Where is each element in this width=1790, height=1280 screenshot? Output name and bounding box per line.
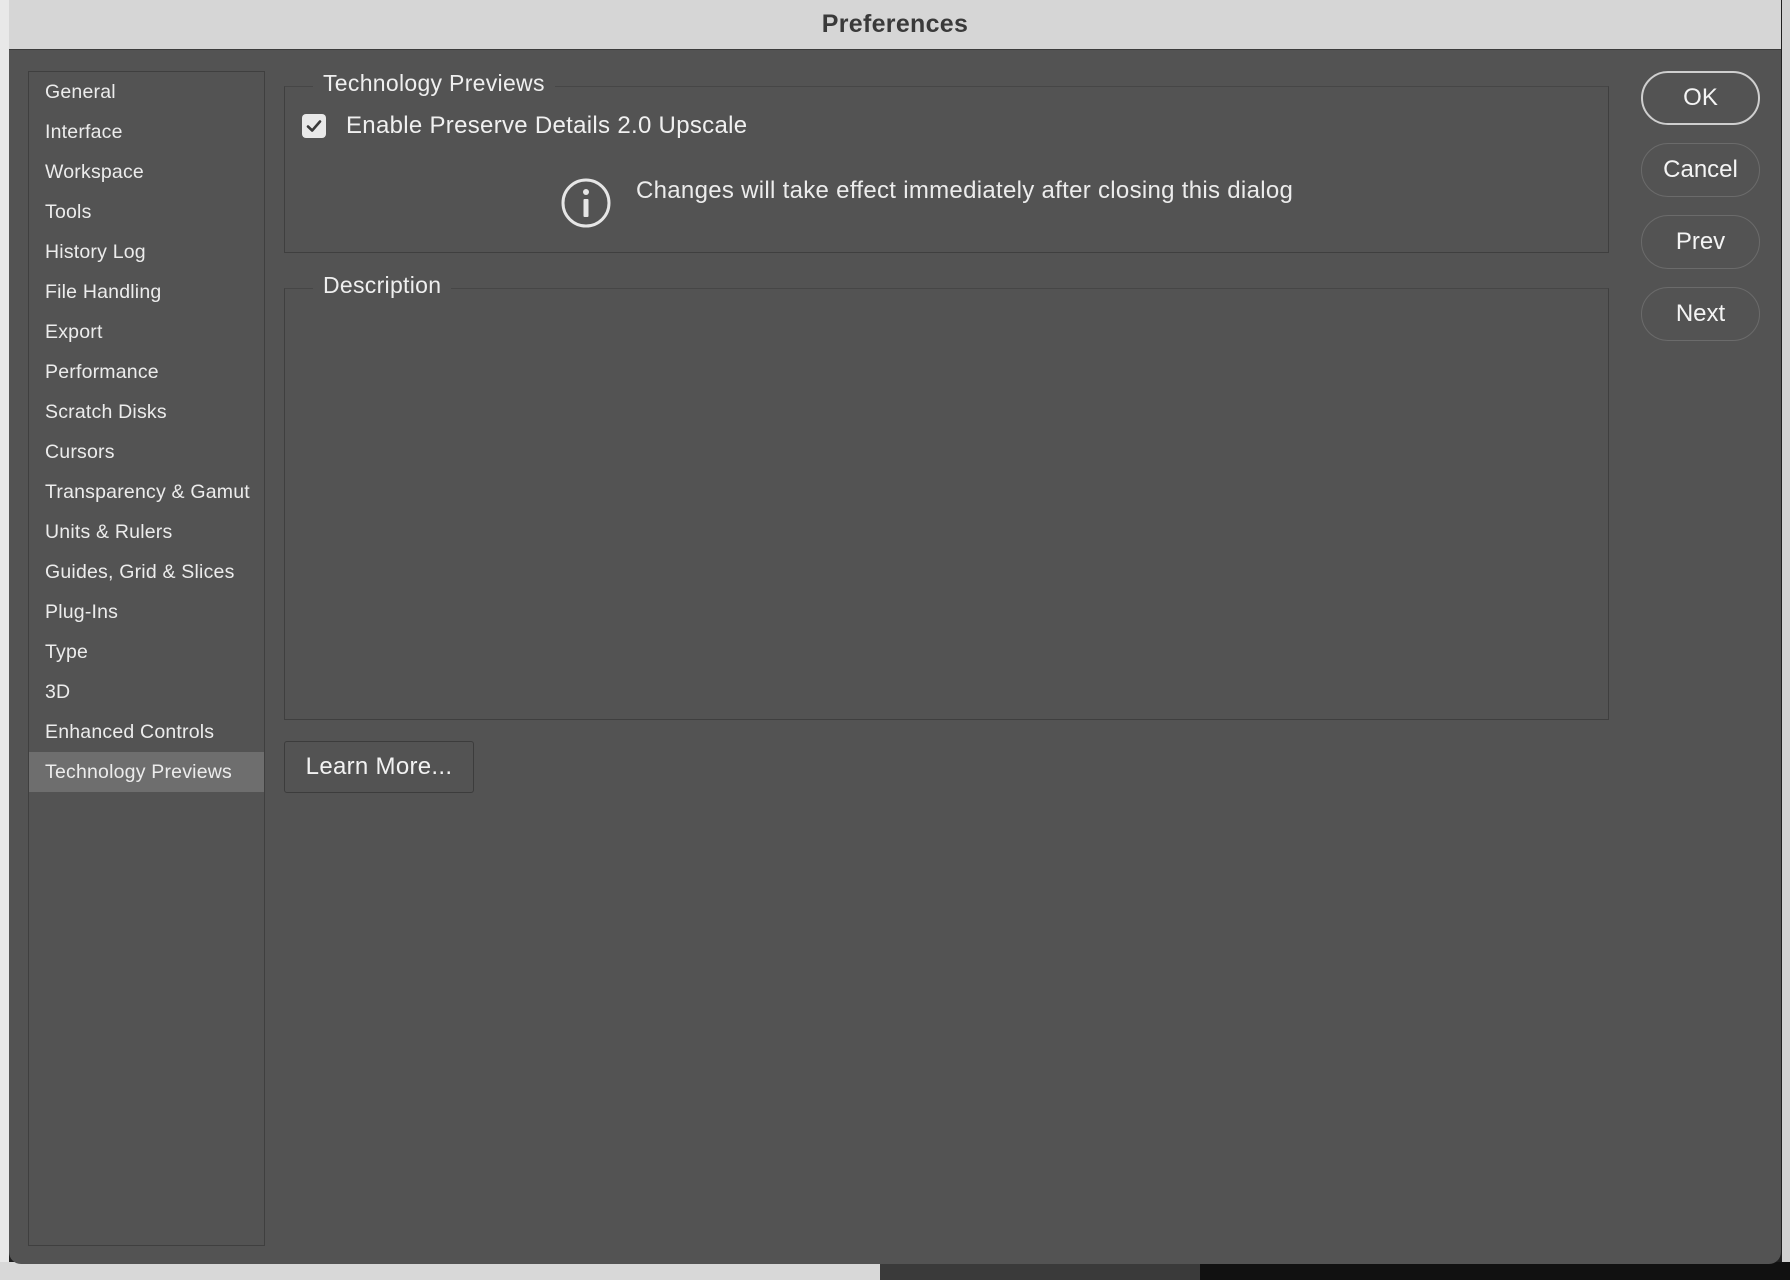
- info-icon: [561, 178, 611, 228]
- sidebar-item-file-handling[interactable]: File Handling: [29, 272, 264, 312]
- dialog-buttons: OK Cancel Prev Next: [1641, 71, 1760, 359]
- sidebar-item-scratch-disks[interactable]: Scratch Disks: [29, 392, 264, 432]
- group-legend: Technology Previews: [313, 70, 555, 97]
- sidebar-item-performance[interactable]: Performance: [29, 352, 264, 392]
- sidebar-item-units-rulers[interactable]: Units & Rulers: [29, 512, 264, 552]
- background-window-edge-right: [1782, 0, 1790, 1280]
- background-strip: [880, 1262, 1200, 1280]
- cancel-button[interactable]: Cancel: [1641, 143, 1760, 197]
- group-legend: Description: [313, 272, 452, 299]
- info-text: Changes will take effect immediately aft…: [636, 177, 1294, 204]
- ok-button[interactable]: OK: [1641, 71, 1760, 125]
- sidebar-item-3d[interactable]: 3D: [29, 672, 264, 712]
- background-strip: [0, 1262, 880, 1280]
- title-bar[interactable]: Preferences: [9, 0, 1781, 50]
- sidebar-item-transparency-gamut[interactable]: Transparency & Gamut: [29, 472, 264, 512]
- sidebar-item-technology-previews[interactable]: Technology Previews: [29, 752, 264, 792]
- sidebar-item-guides-grid-slices[interactable]: Guides, Grid & Slices: [29, 552, 264, 592]
- sidebar-item-tools[interactable]: Tools: [29, 192, 264, 232]
- next-button[interactable]: Next: [1641, 287, 1760, 341]
- sidebar-item-general[interactable]: General: [29, 72, 264, 112]
- preferences-sidebar: General Interface Workspace Tools Histor…: [28, 71, 265, 1246]
- sidebar-item-plug-ins[interactable]: Plug-Ins: [29, 592, 264, 632]
- sidebar-item-cursors[interactable]: Cursors: [29, 432, 264, 472]
- sidebar-item-history-log[interactable]: History Log: [29, 232, 264, 272]
- learn-more-button[interactable]: Learn More...: [284, 741, 474, 793]
- prev-button[interactable]: Prev: [1641, 215, 1760, 269]
- sidebar-item-type[interactable]: Type: [29, 632, 264, 672]
- technology-previews-group: Technology Previews Enable Preserve Deta…: [284, 70, 1609, 253]
- sidebar-item-interface[interactable]: Interface: [29, 112, 264, 152]
- preserve-details-checkbox-row[interactable]: Enable Preserve Details 2.0 Upscale: [302, 112, 747, 140]
- description-group: Description: [284, 272, 1609, 720]
- checkmark-icon: [306, 120, 322, 132]
- sidebar-item-export[interactable]: Export: [29, 312, 264, 352]
- window-title: Preferences: [821, 10, 969, 38]
- preserve-details-label[interactable]: Enable Preserve Details 2.0 Upscale: [346, 112, 747, 140]
- sidebar-item-enhanced-controls[interactable]: Enhanced Controls: [29, 712, 264, 752]
- preserve-details-checkbox[interactable]: [302, 114, 326, 138]
- preferences-dialog: Preferences General Interface Workspace …: [9, 0, 1781, 1264]
- background-window-edge-left: [0, 0, 9, 1280]
- sidebar-item-workspace[interactable]: Workspace: [29, 152, 264, 192]
- background-strip: [1200, 1262, 1790, 1280]
- info-message: Changes will take effect immediately aft…: [560, 177, 1293, 229]
